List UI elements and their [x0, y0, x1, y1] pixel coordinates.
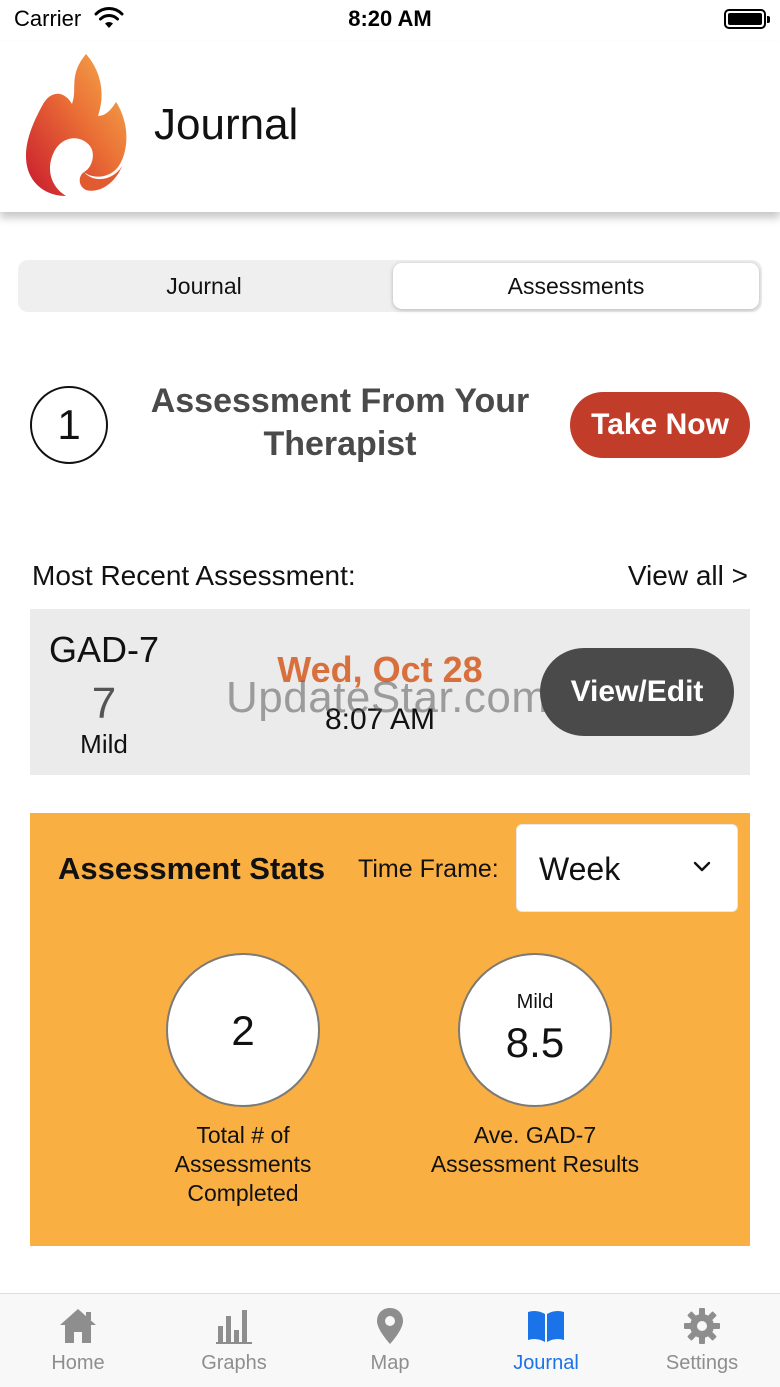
home-icon — [60, 1309, 96, 1343]
most-recent-label: Most Recent Assessment: — [32, 560, 356, 591]
average-result-circle: Mild 8.5 — [458, 953, 612, 1107]
assessment-severity: Mild — [80, 729, 128, 759]
view-segmented-control: Journal Assessments — [18, 260, 762, 312]
chevron-down-icon — [693, 861, 711, 872]
average-result-value: 8.5 — [505, 1019, 565, 1066]
timeframe-value: Week — [539, 851, 621, 887]
tab-journal[interactable]: Journal — [468, 1294, 624, 1387]
flame-logo-icon — [25, 54, 127, 196]
tab-label: Map — [370, 1352, 410, 1374]
take-now-button[interactable]: Take Now — [570, 392, 750, 458]
book-icon — [528, 1310, 564, 1342]
battery-icon — [724, 9, 770, 29]
total-assessments-caption: Total # of Assessments Completed — [174, 1122, 312, 1206]
recent-assessment-card: GAD-7 7 Mild Wed, Oct 28 8:07 AM UpdateS… — [30, 609, 750, 775]
tab-home[interactable]: Home — [0, 1294, 156, 1387]
segment-assessments[interactable]: Assessments — [393, 263, 759, 309]
timeframe-dropdown[interactable]: Week — [516, 824, 738, 912]
tab-label: Journal — [513, 1352, 579, 1374]
clock: 8:20 AM — [348, 6, 432, 31]
assigned-count-badge: 1 — [30, 386, 108, 464]
total-assessments-circle: 2 — [166, 953, 320, 1107]
watermark-text: UpdateStar.com — [226, 673, 549, 722]
tab-label: Settings — [665, 1352, 739, 1374]
average-severity-label: Mild — [516, 991, 554, 1013]
assessment-score: 7 — [91, 679, 117, 728]
total-assessments-value: 2 — [231, 1007, 255, 1054]
tab-map[interactable]: Map — [312, 1294, 468, 1387]
view-edit-button[interactable]: View/Edit — [540, 648, 734, 736]
assigned-assessment-text: Assessment From Your Therapist — [150, 382, 530, 463]
segment-journal[interactable]: Journal — [21, 263, 387, 309]
bar-chart-icon — [216, 1310, 252, 1344]
tab-settings[interactable]: Settings — [624, 1294, 780, 1387]
average-result-caption: Ave. GAD-7 Assessment Results — [430, 1122, 640, 1177]
view-all-link[interactable]: View all > — [628, 560, 748, 592]
tab-graphs[interactable]: Graphs — [156, 1294, 312, 1387]
bottom-tab-bar: Home Graphs Map Journal Settings — [0, 1293, 780, 1387]
stats-title: Assessment Stats — [58, 851, 326, 886]
assessment-type: GAD-7 — [48, 629, 160, 670]
assessment-stats-panel: Assessment Stats Time Frame: Week 2 Tota… — [30, 813, 750, 1246]
assigned-assessment-row: 1 Assessment From Your Therapist Take No… — [0, 380, 780, 480]
page-title: Journal — [154, 100, 299, 149]
tab-label: Home — [51, 1352, 105, 1374]
timeframe-label: Time Frame: — [358, 855, 499, 883]
status-bar: Carrier 8:20 AM — [0, 0, 780, 42]
gear-icon — [684, 1308, 720, 1344]
map-pin-icon — [377, 1308, 403, 1344]
tab-label: Graphs — [201, 1352, 267, 1374]
app-header: Journal — [0, 42, 780, 212]
